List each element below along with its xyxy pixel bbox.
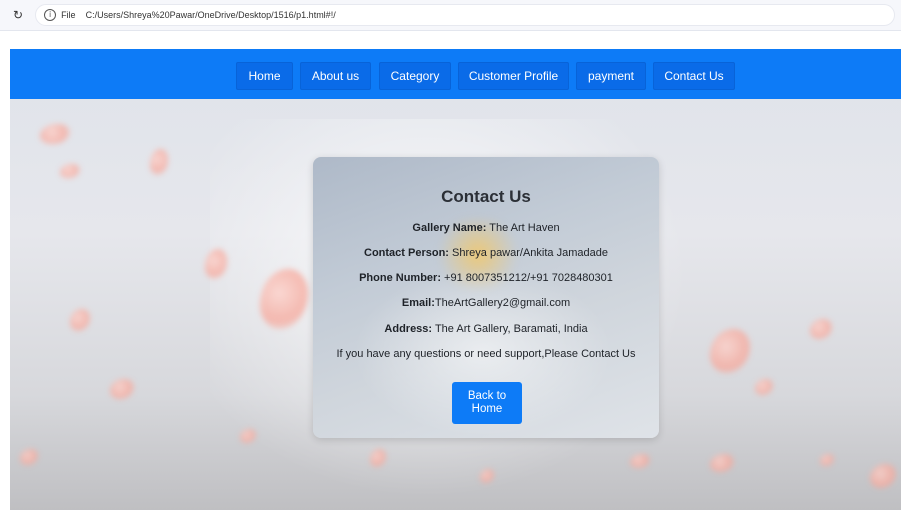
back-button-line2: Home (471, 403, 503, 415)
contact-person-value: Shreya pawar/Ankita Jamadade (448, 247, 608, 259)
page-background: Home About us Category Customer Profile … (10, 49, 901, 510)
back-to-home-button[interactable]: Back to Home (452, 382, 522, 424)
gallery-name-label: Gallery Name: (412, 222, 487, 234)
top-navbar: Home About us Category Customer Profile … (10, 49, 901, 99)
back-button-line1: Back to (467, 390, 507, 402)
petal-decoration (40, 124, 70, 144)
address-value: The Art Gallery, Baramati, India (432, 323, 588, 335)
contact-person-line: Contact Person: Shreya pawar/Ankita Jama… (313, 247, 659, 259)
nav-customer-profile-button[interactable]: Customer Profile (458, 62, 569, 90)
petal-decoration (150, 149, 168, 175)
info-icon[interactable]: i (44, 9, 57, 21)
phone-label: Phone Number: (359, 272, 441, 284)
petal-decoration (710, 329, 750, 373)
support-text: If you have any questions or need suppor… (336, 348, 636, 360)
petal-decoration (870, 464, 896, 488)
gallery-name-value: The Art Haven (486, 222, 560, 234)
nav-contact-us-button[interactable]: Contact Us (653, 62, 735, 90)
nav-payment-button[interactable]: payment (576, 62, 646, 90)
phone-line: Phone Number: +91 8007351212/+91 7028480… (313, 272, 659, 284)
petal-decoration (20, 449, 38, 465)
petal-decoration (60, 164, 80, 178)
gallery-name-line: Gallery Name: The Art Haven (313, 222, 659, 234)
petal-decoration (70, 309, 90, 331)
nav-category-button[interactable]: Category (379, 62, 451, 90)
browser-spacer (0, 31, 901, 49)
nav-home-button[interactable]: Home (236, 62, 293, 90)
phone-value: +91 8007351212/+91 7028480301 (441, 272, 613, 284)
petal-decoration (755, 379, 773, 395)
address-line: Address: The Art Gallery, Baramati, Indi… (313, 323, 659, 335)
contact-person-label: Contact Person: (364, 247, 449, 259)
email-line: Email:TheArtGallery2@gmail.com (313, 297, 659, 309)
nav-about-us-button[interactable]: About us (300, 62, 371, 90)
address-label: Address: (384, 323, 433, 335)
reload-icon[interactable]: ↻ (13, 8, 23, 22)
petal-decoration (710, 454, 734, 472)
browser-toolbar: ↻ i File C:/Users/Shreya%20Pawar/OneDriv… (0, 0, 901, 31)
contact-card: Contact Us Gallery Name: The Art Haven C… (313, 157, 659, 438)
url-text[interactable]: C:/Users/Shreya%20Pawar/OneDrive/Desktop… (86, 10, 336, 20)
address-bar[interactable]: i File C:/Users/Shreya%20Pawar/OneDrive/… (35, 4, 896, 26)
email-label: Email: (401, 297, 435, 309)
site-info-label: File (61, 10, 76, 20)
email-value: TheArtGallery2@gmail.com (434, 297, 571, 309)
contact-title: Contact Us (441, 187, 531, 206)
petal-decoration (810, 319, 832, 339)
petal-decoration (820, 454, 834, 466)
petal-decoration (110, 379, 134, 399)
